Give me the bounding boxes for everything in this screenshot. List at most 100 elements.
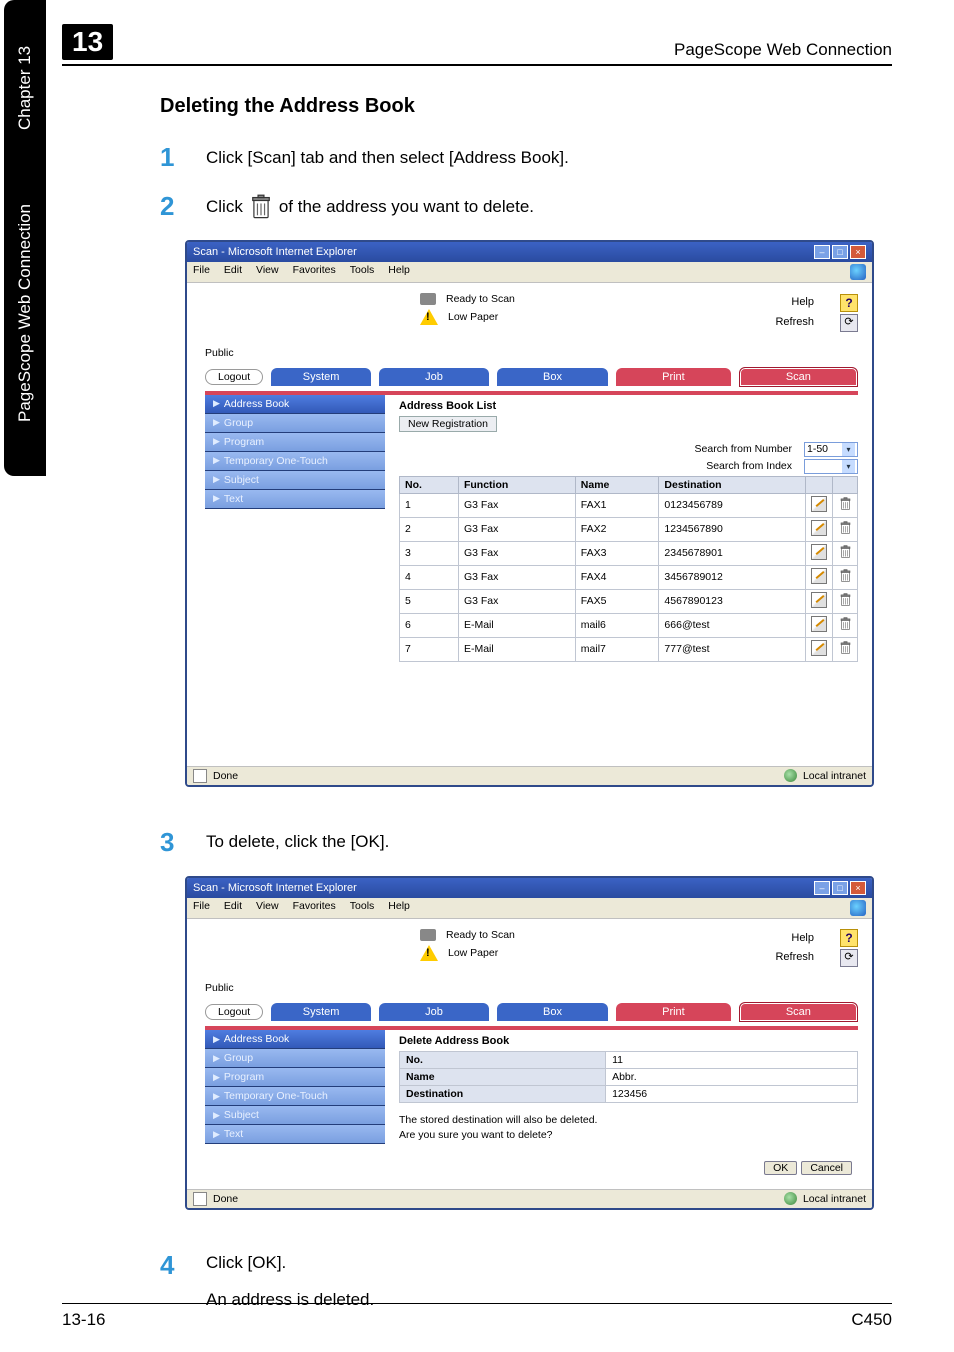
new-registration-button[interactable]: New Registration <box>399 416 497 432</box>
cell-name: FAX2 <box>575 517 659 541</box>
tab-system[interactable]: System <box>271 368 371 386</box>
table-row: 3G3 FaxFAX32345678901 <box>400 541 858 565</box>
tab-box[interactable]: Box <box>497 1003 608 1021</box>
maximize-icon[interactable]: □ <box>832 245 848 259</box>
cell-destination: 2345678901 <box>659 541 806 565</box>
sidebar-item-text[interactable]: ▶Text <box>205 490 385 509</box>
ie-logo-icon <box>850 900 866 916</box>
minimize-icon[interactable]: – <box>814 245 830 259</box>
cell-no: 2 <box>400 517 459 541</box>
search-number-select[interactable]: 1-50 ▾ <box>804 442 858 457</box>
ok-button[interactable]: OK <box>764 1161 797 1175</box>
sidebar-item-group[interactable]: ▶Group <box>205 414 385 433</box>
menu-tools[interactable]: Tools <box>350 264 375 280</box>
tab-print[interactable]: Print <box>616 368 731 386</box>
tab-job[interactable]: Job <box>379 368 489 386</box>
edit-icon[interactable] <box>811 568 827 584</box>
sidebar-item-subject[interactable]: ▶Subject <box>205 471 385 490</box>
sidebar-item-subject[interactable]: ▶Subject <box>205 1106 385 1125</box>
menu-edit[interactable]: Edit <box>224 264 242 280</box>
menu-file[interactable]: File <box>193 264 210 280</box>
sidebar-item-temporary[interactable]: ▶Temporary One-Touch <box>205 1087 385 1106</box>
tab-system[interactable]: System <box>271 1003 371 1021</box>
search-number-label: Search from Number <box>695 443 792 455</box>
maximize-icon[interactable]: □ <box>832 881 848 895</box>
tab-box[interactable]: Box <box>497 368 608 386</box>
refresh-icon[interactable]: ⟳ <box>840 949 858 967</box>
side-menu: ▶Address Book ▶Group ▶Program ▶Temporary… <box>205 395 385 752</box>
mode-label: Public <box>205 982 858 994</box>
help-label: Help <box>791 293 814 313</box>
sidebar-item-program[interactable]: ▶Program <box>205 1068 385 1087</box>
help-icon[interactable]: ? <box>840 294 858 312</box>
refresh-icon[interactable]: ⟳ <box>840 314 858 332</box>
zone-icon <box>784 769 797 782</box>
edit-icon[interactable] <box>811 592 827 608</box>
search-index-select[interactable]: ▾ <box>804 459 858 474</box>
sidebar-item-temporary[interactable]: ▶Temporary One-Touch <box>205 452 385 471</box>
trash-icon <box>249 194 273 220</box>
trash-icon[interactable] <box>838 593 852 607</box>
cell-no: 4 <box>400 565 459 589</box>
close-icon[interactable]: × <box>850 881 866 895</box>
menu-favorites[interactable]: Favorites <box>293 264 336 280</box>
edit-icon[interactable] <box>811 640 827 656</box>
cell-destination: 4567890123 <box>659 589 806 613</box>
table-row: 4G3 FaxFAX43456789012 <box>400 565 858 589</box>
sidebar-item-program[interactable]: ▶Program <box>205 433 385 452</box>
edit-icon[interactable] <box>811 616 827 632</box>
menu-view[interactable]: View <box>256 900 279 916</box>
screenshot-delete-confirm: Scan - Microsoft Internet Explorer – □ ×… <box>185 876 874 1210</box>
sidebar-label-group: Group <box>224 1052 253 1064</box>
col-function: Function <box>458 476 575 493</box>
search-index-label: Search from Index <box>706 460 792 472</box>
cancel-button[interactable]: Cancel <box>801 1161 852 1175</box>
trash-icon[interactable] <box>838 617 852 631</box>
menu-file[interactable]: File <box>193 900 210 916</box>
step-2: 2 Click of the address you want to delet… <box>160 191 884 222</box>
sidebar-item-addressbook[interactable]: ▶Address Book <box>205 1030 385 1049</box>
trash-icon[interactable] <box>838 569 852 583</box>
status-zone: Local intranet <box>803 1193 866 1205</box>
tab-scan[interactable]: Scan <box>739 367 858 387</box>
tab-scan[interactable]: Scan <box>739 1002 858 1022</box>
footer-pagenum: 13-16 <box>62 1310 105 1330</box>
menu-favorites[interactable]: Favorites <box>293 900 336 916</box>
status-zone: Local intranet <box>803 770 866 782</box>
edit-icon[interactable] <box>811 544 827 560</box>
side-menu: ▶Address Book ▶Group ▶Program ▶Temporary… <box>205 1030 385 1174</box>
cell-no: 7 <box>400 637 459 661</box>
menu-view[interactable]: View <box>256 264 279 280</box>
sidebar-item-group[interactable]: ▶Group <box>205 1049 385 1068</box>
printer-icon <box>420 929 436 941</box>
close-icon[interactable]: × <box>850 245 866 259</box>
menu-edit[interactable]: Edit <box>224 900 242 916</box>
help-icon[interactable]: ? <box>840 929 858 947</box>
cell-function: E-Mail <box>458 613 575 637</box>
tab-print[interactable]: Print <box>616 1003 731 1021</box>
menu-help[interactable]: Help <box>388 264 410 280</box>
sidebar-item-addressbook[interactable]: ▶Address Book <box>205 395 385 414</box>
logout-button[interactable]: Logout <box>205 1004 263 1020</box>
edit-icon[interactable] <box>811 520 827 536</box>
edit-icon[interactable] <box>811 496 827 512</box>
logout-button[interactable]: Logout <box>205 369 263 385</box>
step-3: 3 To delete, click the [OK]. <box>160 827 884 858</box>
minimize-icon[interactable]: – <box>814 881 830 895</box>
sidebar-item-text[interactable]: ▶Text <box>205 1125 385 1144</box>
step-2-pre: Click <box>206 194 243 220</box>
trash-icon[interactable] <box>838 497 852 511</box>
cell-destination: 0123456789 <box>659 493 806 517</box>
tab-job[interactable]: Job <box>379 1003 489 1021</box>
menu-tools[interactable]: Tools <box>350 900 375 916</box>
sidebar-label-group: Group <box>224 417 253 429</box>
page-header-title: PageScope Web Connection <box>674 40 892 60</box>
cell-name: FAX1 <box>575 493 659 517</box>
trash-icon[interactable] <box>838 545 852 559</box>
menu-help[interactable]: Help <box>388 900 410 916</box>
cell-no: 6 <box>400 613 459 637</box>
cell-name: FAX5 <box>575 589 659 613</box>
col-destination: Destination <box>659 476 806 493</box>
trash-icon[interactable] <box>838 521 852 535</box>
trash-icon[interactable] <box>838 641 852 655</box>
